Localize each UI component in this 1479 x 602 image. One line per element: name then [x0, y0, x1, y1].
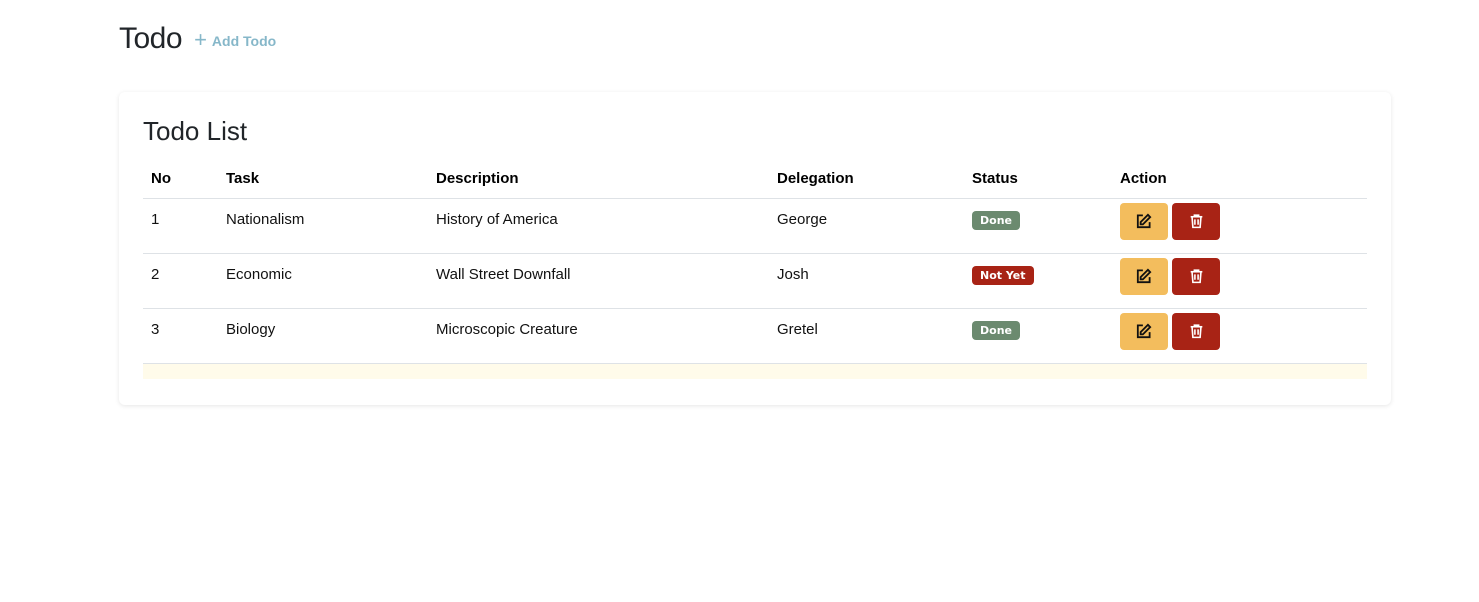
- todo-table: No Task Description Delegation Status Ac…: [143, 160, 1367, 379]
- table-row: 3 Biology Microscopic Creature Gretel Done: [143, 308, 1367, 364]
- add-todo-label: Add Todo: [211, 33, 277, 49]
- edit-button[interactable]: [1120, 202, 1168, 240]
- todo-card: Todo List No Task Description Delegation…: [119, 92, 1391, 405]
- trash-icon: [1188, 212, 1205, 230]
- cell-task: Economic: [218, 253, 428, 309]
- card-title: Todo List: [143, 116, 248, 146]
- edit-button[interactable]: [1120, 312, 1168, 350]
- cell-action: [1112, 253, 1367, 309]
- cell-action: [1112, 198, 1367, 254]
- plus-icon: +: [194, 27, 207, 52]
- cell-delegation: George: [769, 198, 964, 254]
- cell-status: Not Yet: [964, 253, 1112, 309]
- col-header-description: Description: [428, 160, 769, 199]
- table-footer-row: [143, 363, 1367, 379]
- delete-button[interactable]: [1172, 202, 1220, 240]
- cell-description: History of America: [428, 198, 769, 254]
- status-badge: Not Yet: [972, 265, 1034, 285]
- col-header-status: Status: [964, 160, 1112, 199]
- pencil-square-icon: [1135, 267, 1153, 285]
- cell-status: Done: [964, 308, 1112, 364]
- col-header-action: Action: [1112, 160, 1367, 199]
- edit-button[interactable]: [1120, 257, 1168, 295]
- cell-delegation: Josh: [769, 253, 964, 309]
- table-row: 2 Economic Wall Street Downfall Josh Not Yet: [143, 253, 1367, 309]
- delete-button[interactable]: [1172, 257, 1220, 295]
- cell-description: Microscopic Creature: [428, 308, 769, 364]
- page-title: Todo: [119, 22, 183, 55]
- cell-action: [1112, 308, 1367, 364]
- trash-icon: [1188, 267, 1205, 285]
- status-badge: Done: [972, 210, 1020, 230]
- col-header-no: No: [143, 160, 218, 199]
- pencil-square-icon: [1135, 322, 1153, 340]
- delete-button[interactable]: [1172, 312, 1220, 350]
- cell-delegation: Gretel: [769, 308, 964, 364]
- col-header-delegation: Delegation: [769, 160, 964, 199]
- cell-no: 2: [143, 253, 218, 309]
- cell-status: Done: [964, 198, 1112, 254]
- page-header: Todo + Add Todo: [119, 22, 276, 56]
- table-header-row: No Task Description Delegation Status Ac…: [143, 160, 1367, 199]
- col-header-task: Task: [218, 160, 428, 199]
- cell-task: Nationalism: [218, 198, 428, 254]
- cell-task: Biology: [218, 308, 428, 364]
- table-row: 1 Nationalism History of America George Done: [143, 198, 1367, 254]
- cell-no: 1: [143, 198, 218, 254]
- cell-description: Wall Street Downfall: [428, 253, 769, 309]
- status-badge: Done: [972, 320, 1020, 340]
- pencil-square-icon: [1135, 212, 1153, 230]
- cell-no: 3: [143, 308, 218, 364]
- trash-icon: [1188, 322, 1205, 340]
- add-todo-link[interactable]: + Add Todo: [194, 27, 277, 52]
- footer-cell: [143, 363, 1367, 379]
